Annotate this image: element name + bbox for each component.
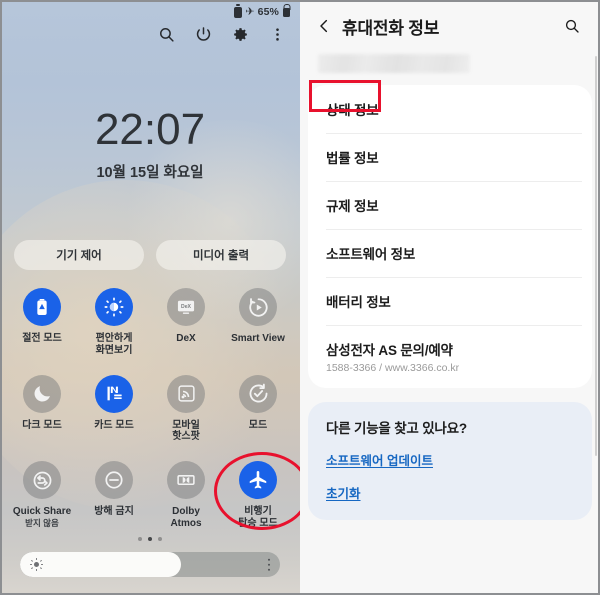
list-item-sublabel: 1588-3366 / www.3366.co.kr <box>326 362 460 374</box>
toggle-label: 다크 모드 <box>22 419 62 431</box>
device-control-button[interactable]: 기기 제어 <box>14 240 144 270</box>
status-bar: ✈ 65% <box>234 6 290 18</box>
list-item-label: 삼성전자 AS 문의/예약 <box>326 343 453 358</box>
eye-comfort-icon <box>95 288 133 326</box>
toggle-power-saving[interactable]: 절전 모드 <box>6 288 78 357</box>
about-phone-list: 상태 정보 법률 정보 규제 정보 소프트웨어 정보 배터리 정보 삼성전자 A… <box>308 85 592 388</box>
clock-time: 22:07 <box>94 105 206 154</box>
more-options-title: 다른 기능을 찾고 있나요? <box>326 421 467 436</box>
list-item-label: 규제 정보 <box>326 199 379 214</box>
page-dot-active[interactable] <box>148 537 152 541</box>
battery-icon <box>234 6 243 18</box>
about-phone-screen: 휴대전화 정보 상태 정보 법률 정보 규제 정보 소프트웨어 정보 배터리 정… <box>300 0 600 595</box>
airplane-mode-icon <box>239 461 277 500</box>
clock-date: 10월 15일 화요일 <box>96 165 204 181</box>
toggle-label: 카드 모드 <box>94 419 134 431</box>
card-mode-icon <box>95 374 133 413</box>
settings-header: 휴대전화 정보 <box>300 0 600 52</box>
more-vertical-icon[interactable] <box>267 558 270 571</box>
toggle-label: Quick Share <box>12 506 72 518</box>
toggle-card-mode[interactable]: 카드 모드 <box>78 374 150 444</box>
list-item-label: 법률 정보 <box>326 151 379 166</box>
hotspot-icon <box>167 374 205 413</box>
toggle-quick-share[interactable]: Quick Share 받지 않음 <box>6 461 78 530</box>
gear-icon[interactable] <box>232 26 249 43</box>
quick-toggle-grid: 절전 모드 편안하게 화면보기 DeX DeX Smart View 다크 모드… <box>6 288 294 530</box>
link-reset[interactable]: 초기화 <box>326 483 361 502</box>
reset-link-row: 초기화 <box>326 470 574 503</box>
toggle-label: 모드 <box>248 419 268 431</box>
airplane-icon: ✈ <box>245 5 255 18</box>
toggle-label: Dolby Atmos <box>170 506 202 529</box>
device-name-redacted <box>318 54 470 73</box>
toggle-eye-comfort[interactable]: 편안하게 화면보기 <box>78 288 150 357</box>
page-indicator <box>0 537 300 541</box>
toggle-label: 모바일 핫스팟 <box>172 419 200 443</box>
list-item-status-info[interactable]: 상태 정보 <box>308 85 592 133</box>
list-item-label: 배터리 정보 <box>326 295 391 310</box>
toggle-label: 절전 모드 <box>22 333 62 344</box>
battery-percent-label: 65% <box>257 6 279 18</box>
list-item-software-info[interactable]: 소프트웨어 정보 <box>308 229 592 277</box>
list-item-samsung-service[interactable]: 삼성전자 AS 문의/예약 1588-3366 / www.3366.co.kr <box>308 325 592 388</box>
lockscreen-clock-block: 22:07 10월 15일 화요일 <box>0 108 300 182</box>
list-item-label: 상태 정보 <box>326 103 379 118</box>
do-not-disturb-icon <box>95 461 133 500</box>
link-software-update[interactable]: 소프트웨어 업데이트 <box>326 450 433 469</box>
smart-view-icon <box>239 288 277 326</box>
page-title: 휴대전화 정보 <box>342 18 440 38</box>
battery-saver-icon <box>23 288 61 326</box>
toggle-label: Smart View <box>231 333 285 344</box>
toggle-mobile-hotspot[interactable]: 모바일 핫스팟 <box>150 374 222 444</box>
moon-icon <box>23 374 61 413</box>
toggle-dolby-atmos[interactable]: Dolby Atmos <box>150 461 222 530</box>
chevron-left-icon[interactable] <box>312 14 336 38</box>
toggle-label: DeX <box>176 333 196 344</box>
scrollbar[interactable] <box>595 56 597 456</box>
quick-panel-actions <box>158 26 286 43</box>
quick-share-icon <box>23 461 61 500</box>
toggle-dex[interactable]: DeX DeX <box>150 288 222 357</box>
more-vertical-icon[interactable] <box>269 26 286 43</box>
list-item-legal-info[interactable]: 법률 정보 <box>308 133 592 181</box>
toggle-dark-mode[interactable]: 다크 모드 <box>6 374 78 444</box>
toggle-label: 비행기 탑승 모드 <box>238 506 278 529</box>
list-item-label: 소프트웨어 정보 <box>326 247 416 262</box>
toggle-modes[interactable]: 모드 <box>222 374 294 444</box>
lock-icon <box>283 7 290 17</box>
toggle-do-not-disturb[interactable]: 방해 금지 <box>78 461 150 530</box>
toggle-sublabel: 받지 않음 <box>25 517 59 528</box>
page-dot[interactable] <box>158 537 162 541</box>
search-icon[interactable] <box>560 14 584 38</box>
list-item-regulatory-info[interactable]: 규제 정보 <box>308 181 592 229</box>
dex-icon: DeX <box>167 288 205 326</box>
quick-panel-pills: 기기 제어 미디어 출력 <box>14 240 286 270</box>
modes-icon <box>239 374 277 413</box>
software-update-link-row: 소프트웨어 업데이트 <box>326 437 574 470</box>
screenshot-root: ✈ 65% 22:07 10월 15일 화요일 기기 제어 미디어 출력 절전 … <box>0 0 600 595</box>
brightness-slider-fill <box>20 552 182 577</box>
brightness-icon <box>29 557 44 572</box>
power-icon[interactable] <box>195 26 212 43</box>
quick-settings-panel: ✈ 65% 22:07 10월 15일 화요일 기기 제어 미디어 출력 절전 … <box>0 0 300 595</box>
brightness-slider[interactable] <box>20 552 280 577</box>
looking-for-something-else-card: 다른 기능을 찾고 있나요? 소프트웨어 업데이트 초기화 <box>308 80 592 520</box>
svg-text:DeX: DeX <box>181 304 192 310</box>
toggle-label: 편안하게 화면보기 <box>95 333 133 356</box>
toggle-airplane-mode[interactable]: 비행기 탑승 모드 <box>222 461 294 530</box>
toggle-label: 방해 금지 <box>94 506 134 518</box>
dolby-atmos-icon <box>167 461 205 500</box>
toggle-smart-view[interactable]: Smart View <box>222 288 294 357</box>
page-dot[interactable] <box>138 537 142 541</box>
media-output-button[interactable]: 미디어 출력 <box>156 240 286 270</box>
search-icon[interactable] <box>158 26 175 43</box>
list-item-battery-info[interactable]: 배터리 정보 <box>308 277 592 325</box>
